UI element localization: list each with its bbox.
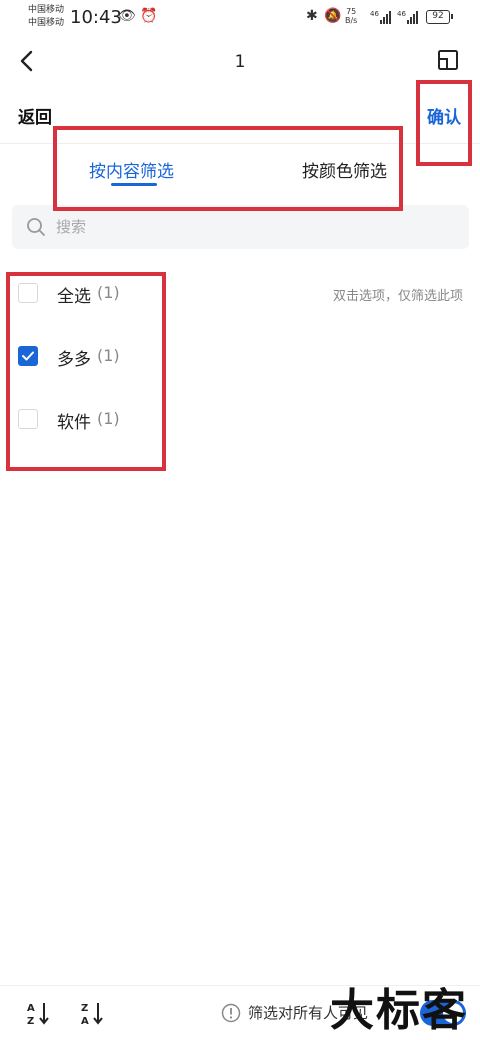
search-icon — [26, 217, 46, 237]
svg-text:A: A — [81, 1016, 89, 1026]
annotation-box-options — [6, 272, 166, 471]
battery-icon: 92 — [426, 10, 453, 24]
back-button[interactable]: 返回 — [18, 103, 52, 128]
sim2-label: 46 — [397, 10, 406, 18]
svg-text:A: A — [27, 1003, 35, 1014]
bluetooth-icon: ✱ — [306, 8, 318, 24]
sort-ascending-icon[interactable]: A Z — [26, 1000, 52, 1027]
annotation-box-confirm — [416, 80, 472, 166]
eye-icon: 👁 — [118, 8, 136, 24]
sim1-label: 46 — [370, 10, 379, 18]
network-speed: 75 B/s — [345, 7, 358, 25]
window-expand-icon[interactable] — [436, 48, 460, 72]
status-time: 10:43 — [70, 7, 122, 28]
info-icon — [221, 1003, 241, 1023]
annotation-box-tabs — [53, 126, 403, 211]
svg-text:Z: Z — [81, 1003, 88, 1014]
search-input[interactable] — [56, 205, 456, 249]
carrier-2: 中国移动 — [28, 18, 65, 28]
sim2-signal-icon — [407, 11, 418, 24]
document-title: 1 — [234, 52, 246, 72]
search-box — [12, 205, 469, 249]
title-bar: 1 — [0, 36, 480, 88]
status-bar: 中国移动 中国移动 10:43 👁 ⏰ ✱ 🔕 75 B/s 46 46 92 — [0, 0, 480, 36]
carrier-1: 中国移动 — [28, 5, 65, 15]
sim1-signal-icon — [380, 11, 391, 24]
mute-bell-icon: 🔕 — [324, 8, 342, 24]
svg-text:Z: Z — [27, 1016, 34, 1026]
alarm-icon: ⏰ — [140, 8, 158, 24]
double-click-hint: 双击选项，仅筛选此项 — [332, 289, 463, 304]
sort-descending-icon[interactable]: Z A — [80, 1000, 106, 1027]
watermark-logo: 大标客 — [330, 985, 468, 1036]
